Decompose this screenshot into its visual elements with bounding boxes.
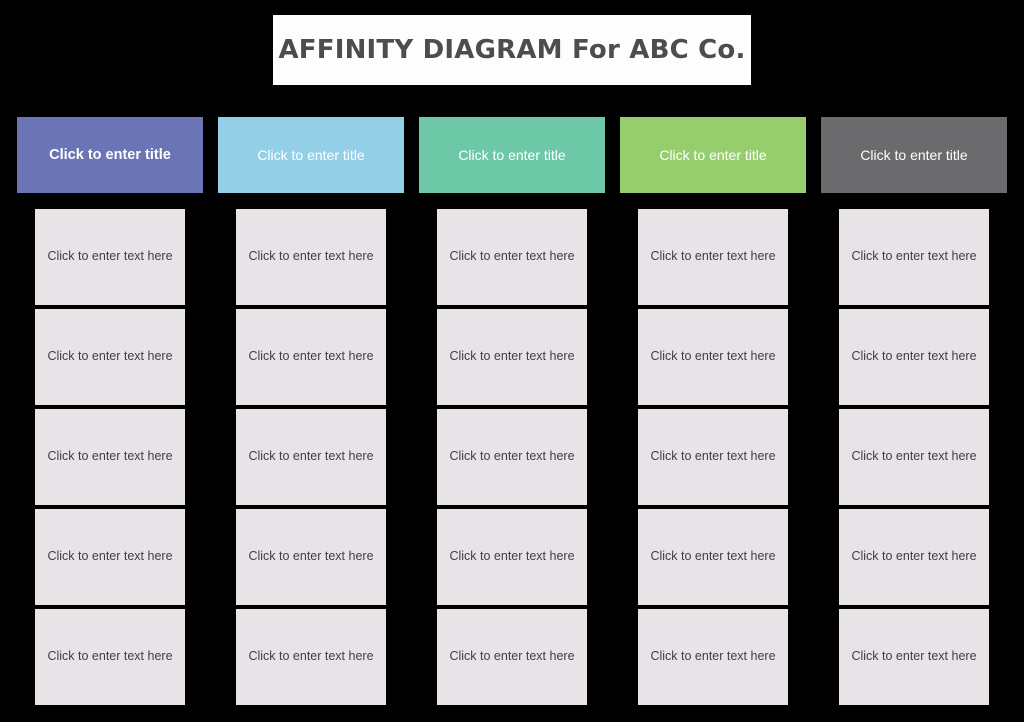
column-cards-4: Click to enter text here Click to enter t… — [638, 209, 788, 709]
sticky-note-label: Click to enter text here — [449, 449, 575, 463]
sticky-note-card[interactable]: Click to enter text here — [236, 409, 386, 505]
sticky-note-label: Click to enter text here — [248, 649, 374, 663]
page-title: AFFINITY DIAGRAM For ABC Co. — [278, 35, 746, 65]
sticky-note-card[interactable]: Click to enter text here — [839, 409, 989, 505]
sticky-note-card[interactable]: Click to enter text here — [437, 609, 587, 705]
sticky-note-card[interactable]: Click to enter text here — [35, 609, 185, 705]
sticky-note-label: Click to enter text here — [47, 649, 173, 663]
sticky-note-label: Click to enter text here — [851, 549, 977, 563]
sticky-note-card[interactable]: Click to enter text here — [638, 309, 788, 405]
sticky-note-card[interactable]: Click to enter text here — [839, 209, 989, 305]
affinity-column-4: Click to enter title Click to enter text … — [620, 117, 806, 705]
sticky-note-label: Click to enter text here — [47, 549, 173, 563]
sticky-note-label: Click to enter text here — [851, 649, 977, 663]
affinity-column-3: Click to enter title Click to enter text … — [419, 117, 605, 705]
sticky-note-card[interactable]: Click to enter text here — [437, 409, 587, 505]
sticky-note-label: Click to enter text here — [248, 349, 374, 363]
column-cards-5: Click to enter text here Click to enter t… — [839, 209, 989, 709]
sticky-note-card[interactable]: Click to enter text here — [35, 209, 185, 305]
sticky-note-label: Click to enter text here — [47, 249, 173, 263]
sticky-note-label: Click to enter text here — [851, 449, 977, 463]
sticky-note-label: Click to enter text here — [650, 649, 776, 663]
sticky-note-card[interactable]: Click to enter text here — [35, 309, 185, 405]
sticky-note-label: Click to enter text here — [650, 349, 776, 363]
sticky-note-label: Click to enter text here — [449, 549, 575, 563]
sticky-note-label: Click to enter text here — [650, 549, 776, 563]
sticky-note-card[interactable]: Click to enter text here — [437, 309, 587, 405]
column-header-4[interactable]: Click to enter title — [620, 117, 806, 193]
sticky-note-card[interactable]: Click to enter text here — [236, 309, 386, 405]
column-header-label: Click to enter title — [257, 147, 365, 163]
sticky-note-card[interactable]: Click to enter text here — [35, 409, 185, 505]
sticky-note-card[interactable]: Click to enter text here — [839, 609, 989, 705]
sticky-note-label: Click to enter text here — [650, 249, 776, 263]
sticky-note-card[interactable]: Click to enter text here — [839, 509, 989, 605]
sticky-note-card[interactable]: Click to enter text here — [236, 509, 386, 605]
column-cards-2: Click to enter text here Click to enter t… — [236, 209, 386, 709]
sticky-note-card[interactable]: Click to enter text here — [638, 509, 788, 605]
column-header-3[interactable]: Click to enter title — [419, 117, 605, 193]
affinity-column-1: Click to enter title Click to enter text … — [17, 117, 203, 705]
sticky-note-label: Click to enter text here — [449, 649, 575, 663]
sticky-note-label: Click to enter text here — [650, 449, 776, 463]
sticky-note-card[interactable]: Click to enter text here — [638, 609, 788, 705]
title-banner[interactable]: AFFINITY DIAGRAM For ABC Co. — [273, 15, 751, 85]
column-header-2[interactable]: Click to enter title — [218, 117, 404, 193]
sticky-note-label: Click to enter text here — [248, 449, 374, 463]
column-header-1[interactable]: Click to enter title — [17, 117, 203, 193]
sticky-note-card[interactable]: Click to enter text here — [638, 409, 788, 505]
sticky-note-label: Click to enter text here — [851, 349, 977, 363]
sticky-note-label: Click to enter text here — [449, 249, 575, 263]
affinity-diagram-canvas: AFFINITY DIAGRAM For ABC Co. Click to en… — [0, 0, 1024, 722]
affinity-column-5: Click to enter title Click to enter text … — [821, 117, 1007, 705]
sticky-note-label: Click to enter text here — [449, 349, 575, 363]
column-header-label: Click to enter title — [860, 147, 968, 163]
column-header-5[interactable]: Click to enter title — [821, 117, 1007, 193]
sticky-note-card[interactable]: Click to enter text here — [638, 209, 788, 305]
sticky-note-label: Click to enter text here — [47, 449, 173, 463]
column-cards-3: Click to enter text here Click to enter t… — [437, 209, 587, 709]
column-header-label: Click to enter title — [49, 147, 171, 163]
affinity-column-2: Click to enter title Click to enter text … — [218, 117, 404, 705]
sticky-note-card[interactable]: Click to enter text here — [437, 509, 587, 605]
sticky-note-label: Click to enter text here — [851, 249, 977, 263]
sticky-note-label: Click to enter text here — [47, 349, 173, 363]
column-cards-1: Click to enter text here Click to enter t… — [35, 209, 185, 709]
sticky-note-card[interactable]: Click to enter text here — [437, 209, 587, 305]
sticky-note-label: Click to enter text here — [248, 549, 374, 563]
sticky-note-card[interactable]: Click to enter text here — [236, 209, 386, 305]
sticky-note-label: Click to enter text here — [248, 249, 374, 263]
column-header-label: Click to enter title — [458, 147, 566, 163]
sticky-note-card[interactable]: Click to enter text here — [839, 309, 989, 405]
sticky-note-card[interactable]: Click to enter text here — [35, 509, 185, 605]
column-header-label: Click to enter title — [659, 147, 767, 163]
sticky-note-card[interactable]: Click to enter text here — [236, 609, 386, 705]
